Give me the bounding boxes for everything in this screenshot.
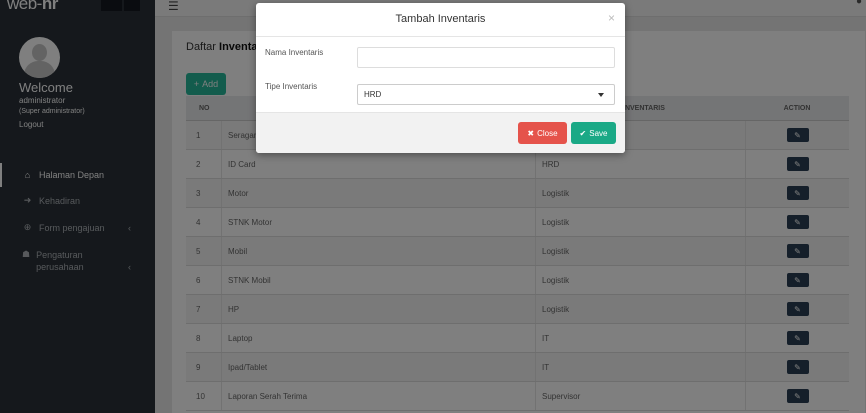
save-button[interactable]: ✔ Save [571,122,616,144]
add-inventory-modal: Tambah Inventaris × Nama Inventaris Tipe… [256,3,625,153]
name-label: Nama Inventaris [265,48,324,57]
close-icon[interactable]: × [608,11,615,25]
caret-down-icon [598,93,604,97]
inventory-name-input[interactable] [357,47,615,68]
modal-footer: ✖ Close ✔ Save [256,112,625,153]
close-button[interactable]: ✖ Close [518,122,567,144]
selected-type: HRD [364,90,382,99]
x-icon: ✖ [527,128,535,138]
check-circle-icon: ✔ [579,128,587,138]
modal-title: Tambah Inventaris [395,13,486,25]
modal-header: Tambah Inventaris × [256,3,625,37]
inventory-type-select[interactable]: HRD [357,84,615,105]
type-label: Tipe Inventaris [265,82,318,91]
